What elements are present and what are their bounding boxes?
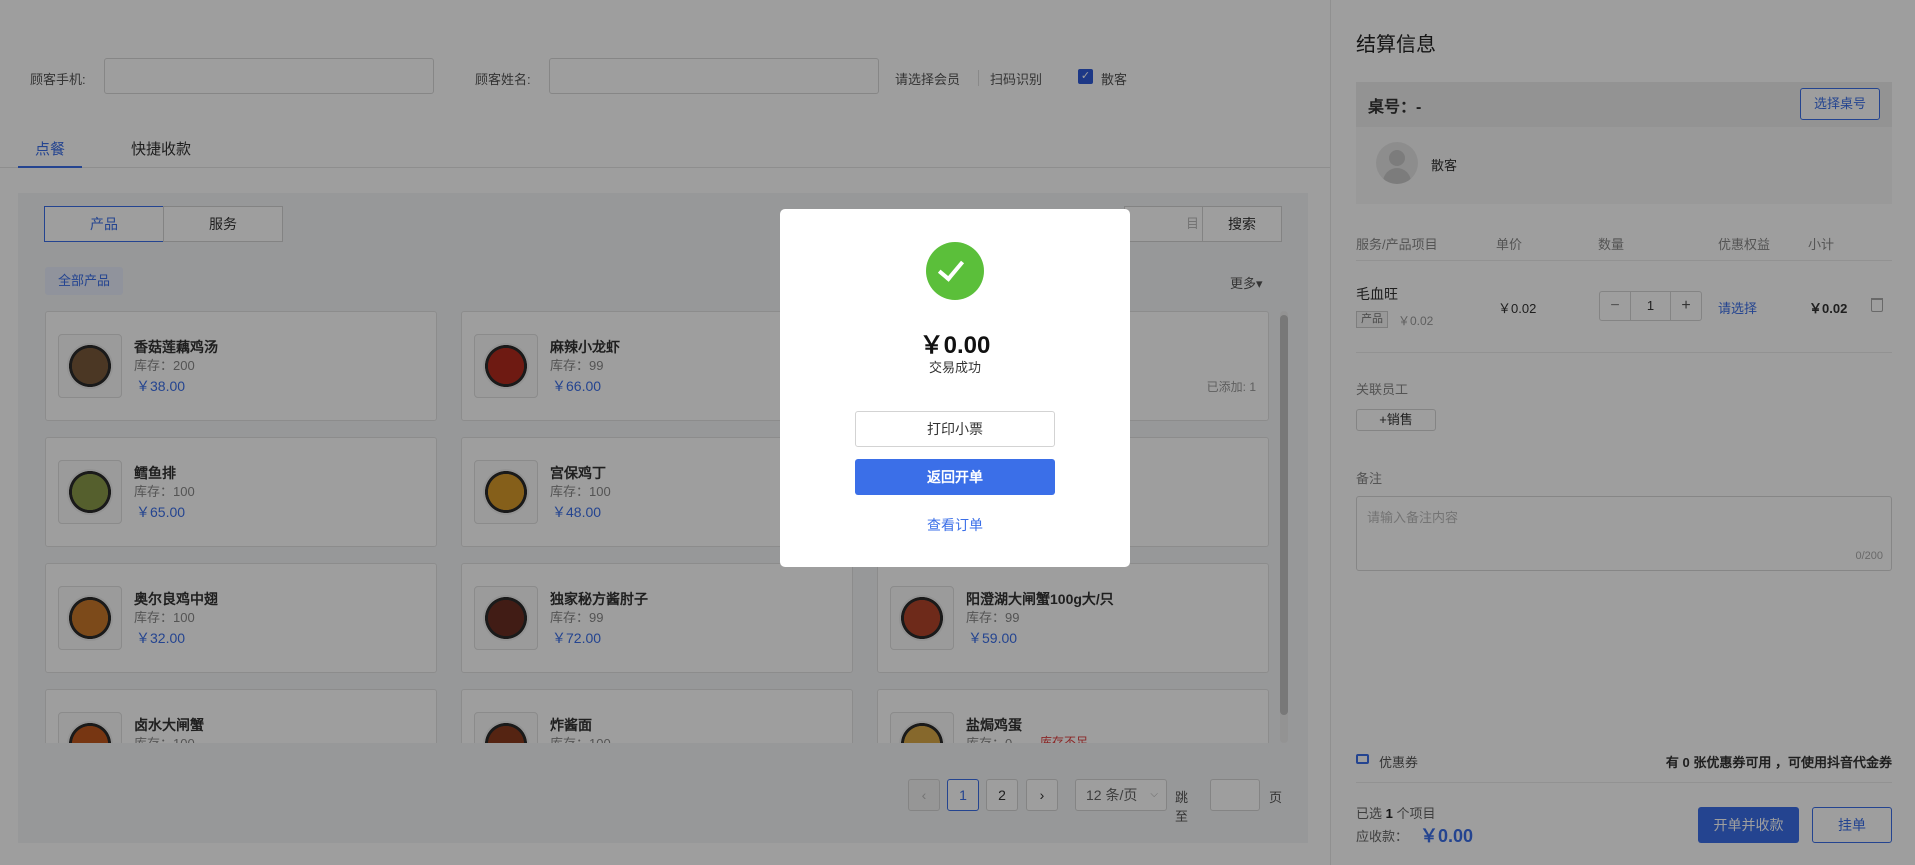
back-to-order-button[interactable]: 返回开单: [855, 459, 1055, 495]
payment-success-dialog: ￥0.00 交易成功 打印小票 返回开单 查看订单: [780, 209, 1130, 567]
paid-amount: ￥0.00: [919, 332, 991, 359]
success-check-icon: [926, 242, 984, 300]
view-order-link[interactable]: 查看订单: [780, 515, 1130, 535]
checkmark-icon: [937, 254, 965, 282]
print-receipt-button[interactable]: 打印小票: [855, 411, 1055, 447]
transaction-status: 交易成功: [928, 360, 981, 375]
